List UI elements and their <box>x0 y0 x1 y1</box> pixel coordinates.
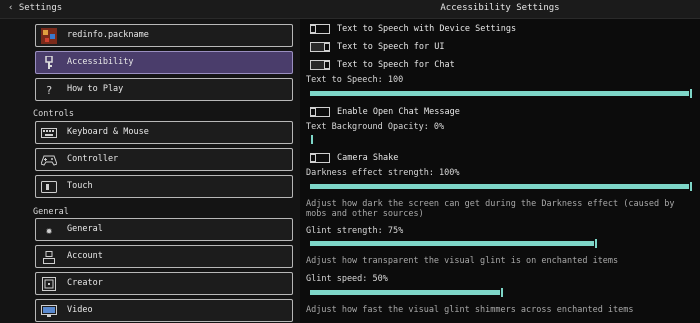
sidebar-item-how-to-play[interactable]: ? How to Play <box>35 78 293 101</box>
controls-heading: Controls <box>33 109 74 119</box>
slider-handle[interactable] <box>689 88 693 99</box>
question-icon: ? <box>45 83 53 97</box>
gear-icon: ✹ <box>45 223 53 237</box>
slider-handle[interactable] <box>594 238 598 249</box>
sidebar-item-label: General <box>67 224 103 234</box>
settings-sidebar: ‹ Settings redinfo.packname Accessibilit… <box>0 0 300 323</box>
sidebar-item-accessibility[interactable]: Accessibility <box>35 51 293 74</box>
sidebar-item-touch[interactable]: Touch <box>35 175 293 198</box>
glint-strength-slider[interactable] <box>310 238 693 249</box>
slider-handle[interactable] <box>500 287 504 298</box>
sidebar-item-keyboard-mouse[interactable]: Keyboard & Mouse <box>35 121 293 144</box>
slider-handle[interactable] <box>689 181 693 192</box>
darkness-description: Adjust how dark the screen can get durin… <box>306 199 675 219</box>
sidebar-item-account[interactable]: Account <box>35 245 293 268</box>
account-icon <box>41 249 57 265</box>
sidebar-item-label: How to Play <box>67 84 124 94</box>
general-heading: General <box>33 207 69 217</box>
sidebar-item-pack[interactable]: redinfo.packname <box>35 24 293 47</box>
glint-speed-slider[interactable] <box>310 287 693 298</box>
back-button[interactable]: ‹ Settings <box>8 3 62 13</box>
sidebar-item-label: Touch <box>67 181 93 191</box>
camera-shake-toggle[interactable] <box>310 153 330 163</box>
text-bg-opacity-slider[interactable] <box>310 134 693 145</box>
tts-chat-label: Text to Speech for Chat <box>337 60 455 70</box>
sidebar-item-label: Keyboard & Mouse <box>67 127 149 137</box>
sidebar-item-label: Video <box>67 305 93 315</box>
open-chat-label: Enable Open Chat Message <box>337 107 460 117</box>
glint-strength-description: Adjust how transparent the visual glint … <box>306 256 619 266</box>
sidebar-item-video[interactable]: Video <box>35 299 293 322</box>
tts-ui-toggle[interactable] <box>310 42 330 52</box>
sidebar-item-label: Controller <box>67 154 119 164</box>
pack-icon <box>41 28 57 44</box>
open-chat-toggle[interactable] <box>310 107 330 117</box>
sidebar-item-label: Account <box>67 251 103 261</box>
tts-ui-label: Text to Speech for UI <box>337 42 445 52</box>
tts-volume-slider[interactable] <box>310 88 693 99</box>
sidebar-item-label: Creator <box>67 278 103 288</box>
darkness-label: Darkness effect strength: 100% <box>306 168 460 178</box>
accessibility-icon <box>41 55 57 71</box>
page-title: Accessibility Settings <box>440 3 560 13</box>
slider-handle[interactable] <box>310 134 314 145</box>
sidebar-item-label: redinfo.packname <box>67 30 149 40</box>
touch-icon <box>41 179 57 195</box>
sidebar-item-label: Accessibility <box>67 57 134 67</box>
tts-device-label: Text to Speech with Device Settings <box>337 24 517 34</box>
tts-volume-label: Text to Speech: 100 <box>306 75 404 85</box>
sidebar-item-controller[interactable]: Controller <box>35 148 293 171</box>
glint-strength-label: Glint strength: 75% <box>306 226 404 236</box>
accessibility-panel: Accessibility Settings Text to Speech wi… <box>300 0 700 323</box>
glint-speed-label: Glint speed: 50% <box>306 274 388 284</box>
tts-device-toggle[interactable] <box>310 24 330 34</box>
glint-speed-description: Adjust how fast the visual glint shimmer… <box>306 305 634 315</box>
creator-icon <box>41 276 57 292</box>
sidebar-header: ‹ Settings <box>0 0 300 19</box>
panel-header: Accessibility Settings <box>300 0 700 19</box>
camera-shake-label: Camera Shake <box>337 153 399 163</box>
controller-icon <box>41 152 57 168</box>
keyboard-icon <box>41 125 57 141</box>
text-bg-opacity-label: Text Background Opacity: 0% <box>306 122 445 132</box>
darkness-slider[interactable] <box>310 181 693 192</box>
sidebar-item-creator[interactable]: Creator <box>35 272 293 295</box>
sidebar-item-general[interactable]: ✹ General <box>35 218 293 241</box>
video-icon <box>41 303 57 319</box>
tts-chat-toggle[interactable] <box>310 60 330 70</box>
